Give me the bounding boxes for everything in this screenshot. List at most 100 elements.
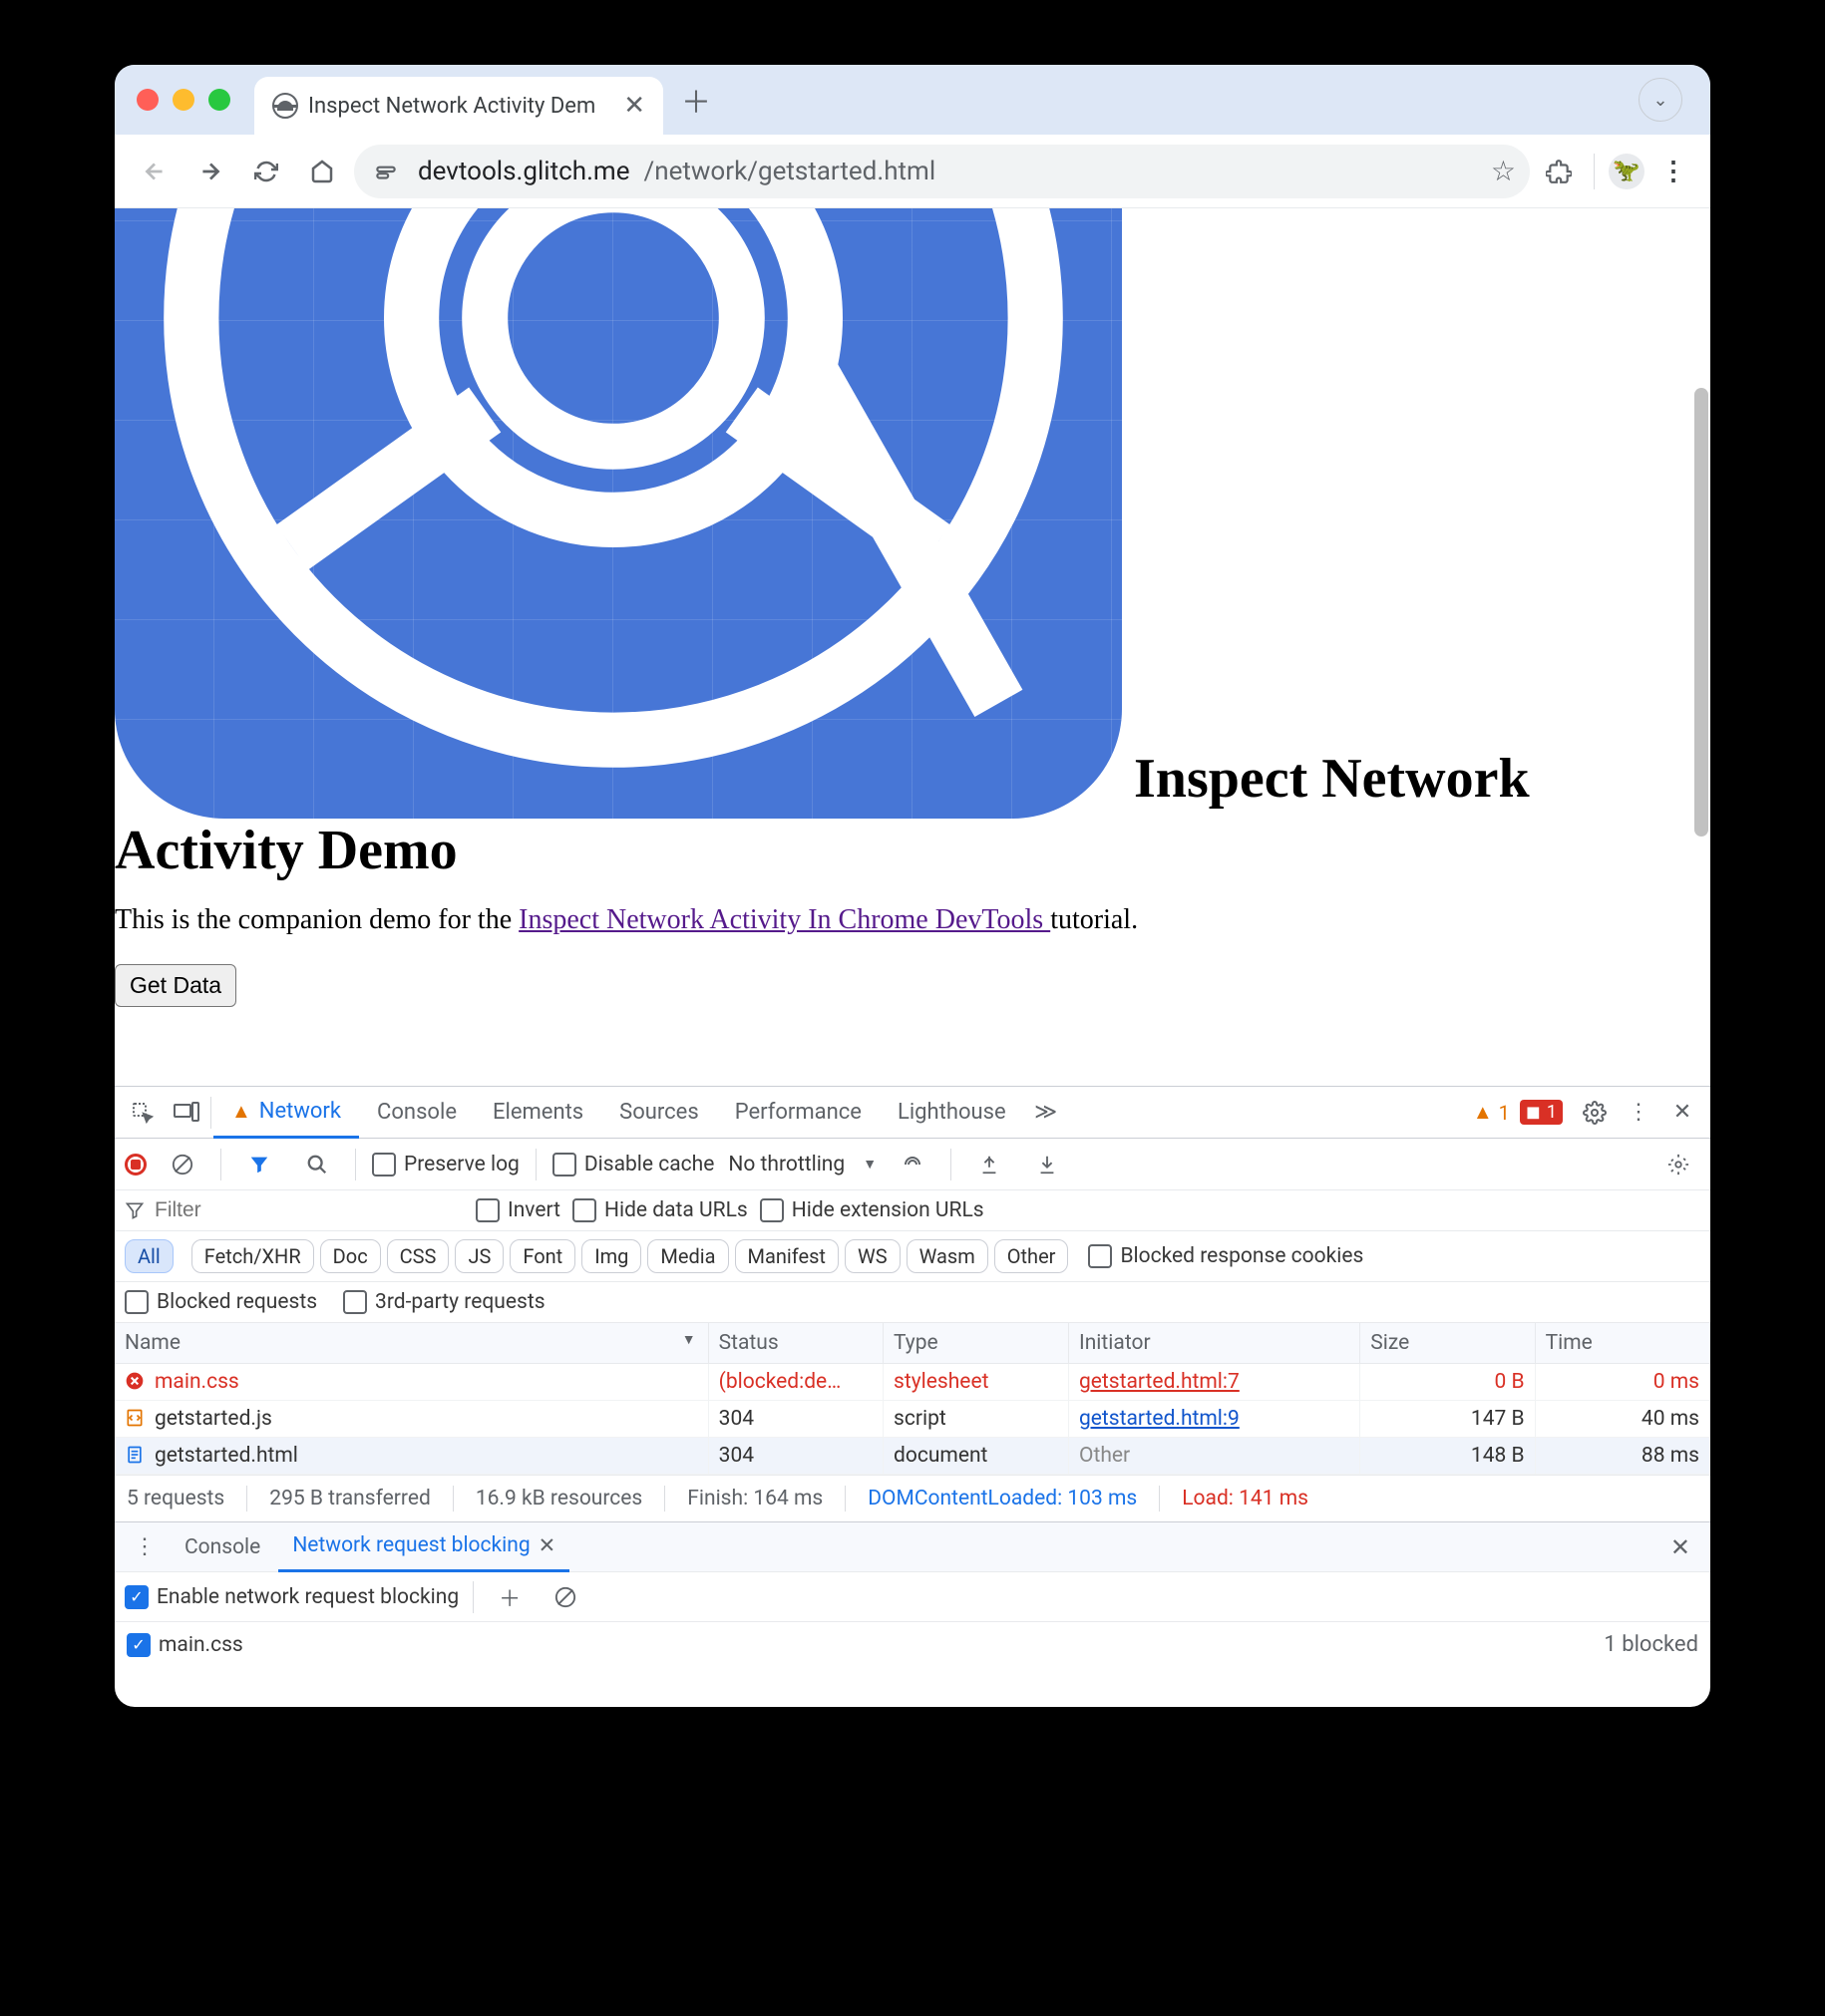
pill-all[interactable]: All <box>125 1239 174 1273</box>
get-data-button[interactable]: Get Data <box>115 964 236 1007</box>
remove-all-patterns-button[interactable] <box>544 1575 587 1619</box>
pill-css[interactable]: CSS <box>387 1239 450 1273</box>
device-toolbar-icon[interactable] <box>165 1091 208 1135</box>
more-tabs-button[interactable]: ≫ <box>1024 1091 1068 1135</box>
col-header-name[interactable]: Name <box>115 1323 708 1364</box>
table-row[interactable]: main.css (blocked:de… stylesheet getstar… <box>115 1364 1710 1401</box>
close-tab-button[interactable]: ✕ <box>623 91 645 121</box>
export-har-icon[interactable] <box>967 1143 1011 1186</box>
devtools-tab-elements[interactable]: Elements <box>475 1087 601 1139</box>
summary-requests: 5 requests <box>127 1487 224 1511</box>
pill-js[interactable]: JS <box>455 1239 504 1273</box>
blocked-req-label: Blocked requests <box>157 1290 317 1314</box>
bookmark-star-icon[interactable]: ☆ <box>1491 155 1516 187</box>
devtools-panel: ▲ Network Console Elements Sources Perfo… <box>115 1086 1710 1707</box>
drawer-tab-label: Console <box>184 1535 260 1559</box>
blocked-requests-checkbox[interactable]: Blocked requests <box>125 1290 317 1314</box>
disable-cache-label: Disable cache <box>584 1153 715 1176</box>
pill-fetch-xhr[interactable]: Fetch/XHR <box>191 1239 314 1273</box>
reload-button[interactable] <box>242 148 290 195</box>
page-scrollbar[interactable] <box>1692 208 1710 1086</box>
record-button[interactable] <box>125 1154 147 1176</box>
table-row[interactable]: getstarted.html 304 document Other 148 B… <box>115 1438 1710 1475</box>
devtools-close-button[interactable]: ✕ <box>1660 1091 1704 1135</box>
tutorial-link[interactable]: Inspect Network Activity In Chrome DevTo… <box>519 904 1050 935</box>
pill-font[interactable]: Font <box>510 1239 575 1273</box>
new-tab-button[interactable]: ＋ <box>671 75 721 125</box>
disable-cache-checkbox[interactable]: Disable cache <box>552 1153 715 1176</box>
pill-doc[interactable]: Doc <box>320 1239 381 1273</box>
forward-button[interactable] <box>186 148 234 195</box>
page-content: Inspect Network Activity Demo This is th… <box>115 208 1710 1086</box>
col-header-initiator[interactable]: Initiator <box>1069 1323 1360 1364</box>
browser-tab[interactable]: Inspect Network Activity Dem ✕ <box>254 77 663 135</box>
network-toolbar: Preserve log Disable cache No throttling <box>115 1139 1710 1190</box>
window-close-button[interactable] <box>137 89 159 111</box>
pill-media[interactable]: Media <box>647 1239 728 1273</box>
third-party-checkbox[interactable]: 3rd-party requests <box>343 1290 545 1314</box>
site-info-icon[interactable] <box>368 154 404 189</box>
filter-input[interactable] <box>155 1198 354 1222</box>
browser-menu-button[interactable]: ⋮ <box>1652 151 1694 192</box>
inspect-element-icon[interactable] <box>121 1091 165 1135</box>
pill-manifest[interactable]: Manifest <box>735 1239 839 1273</box>
close-icon[interactable]: ✕ <box>539 1533 556 1558</box>
tab-search-button[interactable]: ⌄ <box>1639 78 1682 122</box>
tab-label: Performance <box>735 1100 862 1125</box>
col-header-type[interactable]: Type <box>884 1323 1069 1364</box>
third-party-label: 3rd-party requests <box>375 1290 545 1314</box>
window-maximize-button[interactable] <box>208 89 230 111</box>
pattern-checkbox[interactable]: main.css <box>127 1633 243 1657</box>
url-domain: devtools.glitch.me <box>418 157 630 186</box>
preserve-log-checkbox[interactable]: Preserve log <box>372 1153 520 1176</box>
back-button[interactable] <box>131 148 179 195</box>
devtools-tab-network[interactable]: ▲ Network <box>213 1087 359 1139</box>
tab-label: Network <box>259 1099 341 1124</box>
drawer-close-button[interactable]: ✕ <box>1658 1533 1702 1561</box>
home-button[interactable] <box>298 148 346 195</box>
pill-other[interactable]: Other <box>994 1239 1069 1273</box>
extra-filter-row: Blocked requests 3rd-party requests <box>115 1282 1710 1323</box>
tab-label: Elements <box>493 1100 583 1125</box>
network-conditions-icon[interactable] <box>891 1143 934 1186</box>
clear-button[interactable] <box>161 1143 204 1186</box>
drawer-tab-strip: ⋮ Console Network request blocking ✕ ✕ <box>115 1522 1710 1572</box>
devtools-menu-button[interactable]: ⋮ <box>1617 1091 1660 1135</box>
col-header-size[interactable]: Size <box>1360 1323 1535 1364</box>
throttling-label: No throttling <box>728 1153 845 1176</box>
search-icon[interactable] <box>295 1143 339 1186</box>
throttling-dropdown[interactable]: No throttling <box>728 1153 877 1176</box>
window-minimize-button[interactable] <box>173 89 194 111</box>
devtools-tab-console[interactable]: Console <box>359 1087 475 1139</box>
network-settings-gear-icon[interactable] <box>1656 1143 1700 1186</box>
hide-data-urls-checkbox[interactable]: Hide data URLs <box>572 1198 748 1222</box>
table-row[interactable]: getstarted.js 304 script getstarted.html… <box>115 1401 1710 1438</box>
pill-wasm[interactable]: Wasm <box>907 1239 988 1273</box>
pill-ws[interactable]: WS <box>845 1239 901 1273</box>
warnings-badge[interactable]: ▲1 <box>1473 1100 1510 1125</box>
col-header-status[interactable]: Status <box>708 1323 883 1364</box>
hide-ext-urls-checkbox[interactable]: Hide extension URLs <box>760 1198 984 1222</box>
drawer-tab-label: Network request blocking <box>292 1533 530 1557</box>
drawer-tab-blocking[interactable]: Network request blocking ✕ <box>278 1522 569 1572</box>
window-controls <box>137 89 230 111</box>
blocked-cookies-checkbox[interactable]: Blocked response cookies <box>1088 1244 1363 1268</box>
settings-gear-icon[interactable] <box>1573 1091 1617 1135</box>
drawer-tab-console[interactable]: Console <box>171 1522 274 1572</box>
enable-blocking-checkbox[interactable]: Enable network request blocking <box>125 1585 459 1609</box>
col-header-time[interactable]: Time <box>1535 1323 1709 1364</box>
devtools-tab-sources[interactable]: Sources <box>601 1087 717 1139</box>
add-pattern-button[interactable]: ＋ <box>488 1575 532 1619</box>
filter-toggle-icon[interactable] <box>237 1143 281 1186</box>
blocked-count: 1 blocked <box>1604 1632 1698 1657</box>
invert-checkbox[interactable]: Invert <box>476 1198 560 1222</box>
import-har-icon[interactable] <box>1025 1143 1069 1186</box>
url-input[interactable]: devtools.glitch.me/network/getstarted.ht… <box>354 145 1530 198</box>
extensions-icon[interactable] <box>1538 151 1580 192</box>
devtools-tab-lighthouse[interactable]: Lighthouse <box>880 1087 1024 1139</box>
devtools-tab-performance[interactable]: Performance <box>717 1087 880 1139</box>
profile-avatar[interactable]: 🦖 <box>1609 154 1644 189</box>
drawer-menu-button[interactable]: ⋮ <box>123 1525 167 1569</box>
pill-img[interactable]: Img <box>581 1239 641 1273</box>
errors-badge[interactable]: ◼ 1 <box>1520 1100 1563 1125</box>
